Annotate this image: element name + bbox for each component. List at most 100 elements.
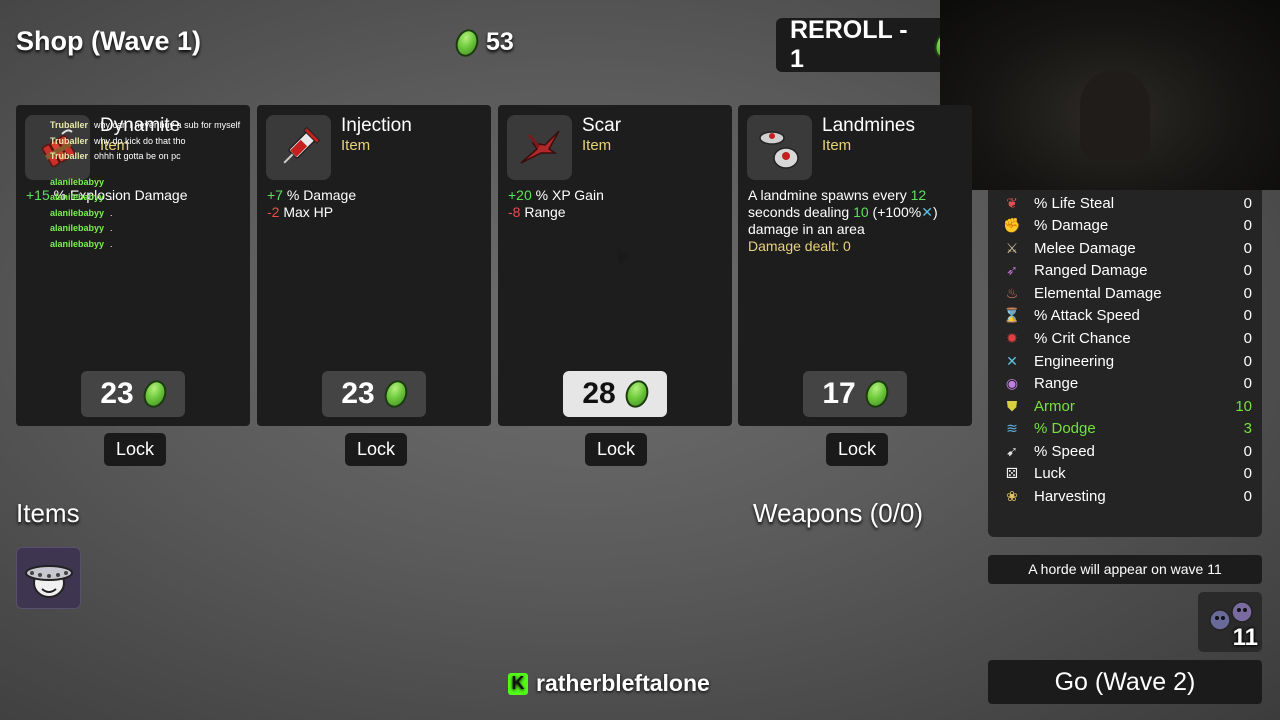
chat-message: alanilebabyy.	[50, 190, 290, 206]
stat-label: % Life Steal	[1034, 194, 1115, 212]
desc-text: seconds dealing	[748, 204, 854, 220]
price-value: 23	[341, 377, 375, 410]
item-type: Item	[341, 137, 371, 154]
material-coin-icon	[380, 377, 411, 411]
stat-row-attack-speed: ⌛ % Attack Speed 0	[1002, 304, 1252, 326]
stat-value: 10	[1235, 397, 1252, 415]
stat-row-damage: ✊ % Damage 0	[1002, 214, 1252, 236]
enemy-count: 11	[1232, 624, 1258, 651]
price-button[interactable]: 23	[81, 371, 185, 417]
item-name: Injection	[341, 115, 412, 136]
sword-icon: ⚔	[1005, 239, 1019, 256]
stat-label: Ranged Damage	[1034, 261, 1148, 279]
stat-row-range: ◉ Range 0	[1002, 372, 1252, 394]
stat-value: 0	[1243, 284, 1252, 302]
desc-text: (+100%	[868, 204, 922, 220]
hourglass-icon: ⌛	[1003, 306, 1021, 323]
lock-button-dynamite[interactable]: Lock	[104, 433, 167, 466]
stat-label: % Damage	[1034, 216, 1109, 234]
lock-button-landmines[interactable]: Lock	[826, 433, 889, 466]
stat-value: 0	[1243, 306, 1252, 324]
stat-line: +7 % Damage	[267, 187, 483, 204]
shop-card-scar: Scar Item +20 % XP Gain -8 Range 28	[498, 105, 732, 426]
engineering-scaling-icon: ✕	[921, 204, 933, 220]
stat-label: % Dodge	[1034, 419, 1096, 437]
gold-counter: 53	[451, 25, 514, 60]
stat-label: Range	[520, 204, 566, 220]
lock-button-injection[interactable]: Lock	[345, 433, 408, 466]
stat-value: +15	[26, 187, 50, 203]
stat-value: -8	[508, 204, 521, 220]
reroll-button[interactable]: REROLL - 1	[776, 16, 961, 73]
chat-text: .	[110, 223, 113, 233]
stream-chat-overlay: Truballer why can I never buy a sub for m…	[50, 118, 290, 252]
material-coin-icon	[861, 377, 892, 411]
chat-text: ohhh it gotta be on pc	[94, 151, 181, 161]
stat-row-luck: ⚄ Luck 0	[1002, 462, 1252, 484]
price-button[interactable]: 23	[322, 371, 426, 417]
stat-row-elemental-damage: ♨ Elemental Damage 0	[1002, 282, 1252, 304]
stat-value: 0	[1243, 442, 1252, 460]
chat-message: Truballer ohhh it gotta be on pc	[50, 149, 290, 165]
item-name: Scar	[582, 115, 622, 136]
desc-text: A landmine spawns every	[748, 187, 911, 203]
stat-label: % Damage	[282, 187, 357, 203]
stat-value: 0	[1243, 374, 1252, 392]
chat-user: alanilebabyy	[50, 238, 105, 249]
price-button[interactable]: 17	[803, 371, 907, 417]
chat-text: .	[110, 192, 113, 202]
damage-icon: ✊	[1003, 216, 1021, 233]
go-next-wave-button[interactable]: Go (Wave 2)	[988, 660, 1262, 704]
chat-message: Truballer why can I never buy a sub for m…	[50, 118, 290, 134]
wrench-icon: ✕	[1006, 352, 1018, 369]
stat-value: 0	[1243, 194, 1252, 212]
stat-label: % Attack Speed	[1034, 306, 1140, 324]
chat-user: alanilebabyy	[50, 176, 105, 187]
landmine-icon	[747, 115, 812, 180]
chat-user: alanilebabyy	[50, 192, 105, 202]
stat-line: -2 Max HP	[267, 204, 483, 221]
chat-user: alanilebabyy	[50, 223, 105, 233]
stat-row-ranged-damage: ➶ Ranged Damage 0	[1002, 259, 1252, 281]
stat-label: Armor	[1034, 397, 1075, 415]
chat-message: alanilebabyy	[50, 175, 290, 191]
reroll-label: REROLL - 1	[790, 16, 908, 73]
chat-user: Truballer	[50, 151, 89, 161]
price-button[interactable]: 28	[563, 371, 667, 417]
stat-value: 0	[1243, 261, 1252, 279]
chat-text: why can I never buy a sub for myself	[94, 120, 241, 130]
chat-text: .	[110, 207, 113, 218]
ufo-character-icon	[24, 565, 73, 598]
price-value: 23	[100, 377, 134, 410]
stat-row-armor: ⛊ Armor 10	[1002, 395, 1252, 417]
shop-card-landmines: Landmines Item A landmine spawns every 1…	[738, 105, 972, 426]
channel-watermark: K ratherbleftalone	[508, 670, 710, 697]
material-coin-icon	[451, 25, 483, 60]
owned-item-slot[interactable]	[16, 547, 81, 609]
price-value: 17	[822, 377, 856, 410]
stat-label: % Speed	[1034, 442, 1095, 460]
stat-value: 0	[1243, 352, 1252, 370]
stat-row-life-steal: ❦ % Life Steal 0	[1002, 192, 1252, 214]
chat-text: why do kick do that tho	[94, 135, 186, 146]
gold-amount: 53	[486, 28, 514, 56]
stat-value: 0	[1243, 329, 1252, 347]
item-stats: +7 % Damage -2 Max HP	[267, 187, 483, 221]
chat-user: alanilebabyy	[50, 207, 105, 218]
scar-icon	[507, 115, 572, 180]
lock-button-scar[interactable]: Lock	[585, 433, 648, 466]
item-stats: +20 % XP Gain -8 Range	[508, 187, 724, 221]
shop-title: Shop (Wave 1)	[16, 26, 202, 56]
stats-panel: ❦ % Life Steal 0 ✊ % Damage 0 ⚔ Melee Da…	[988, 190, 1262, 537]
stat-value: 0	[1243, 216, 1252, 234]
stat-row-dodge: ≋ % Dodge 3	[1002, 417, 1252, 439]
stat-label: % Crit Chance	[1034, 329, 1131, 347]
range-icon: ◉	[1005, 374, 1019, 391]
stat-value: 0	[1243, 464, 1252, 482]
chat-user: Truballer	[50, 120, 89, 130]
item-description: A landmine spawns every 12 seconds deali…	[748, 187, 964, 255]
webcam-overlay	[940, 0, 1280, 190]
dice-icon: ⚄	[1005, 464, 1019, 481]
stat-label: Melee Damage	[1034, 239, 1136, 257]
desc-value: 12	[910, 187, 927, 203]
